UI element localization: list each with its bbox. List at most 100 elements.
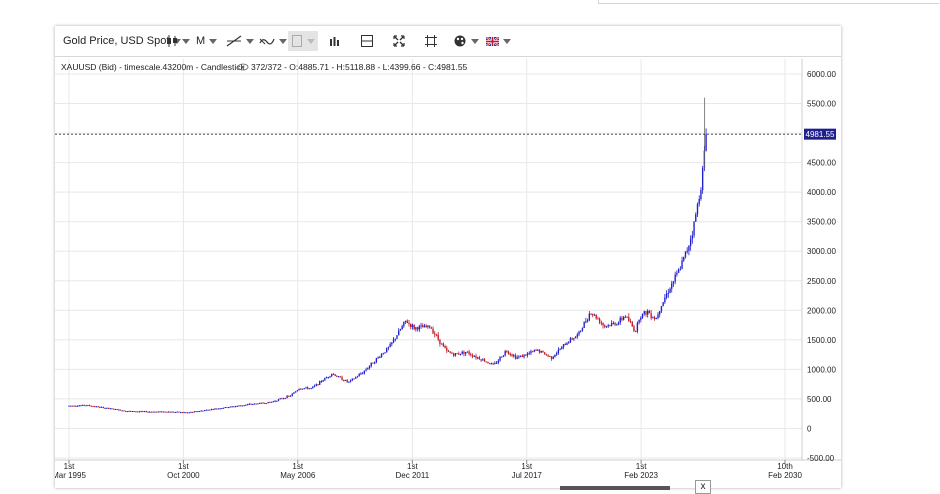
- candle-body: [207, 409, 209, 411]
- candle-body: [277, 399, 280, 401]
- candle-body: [145, 411, 147, 413]
- candle-body: [477, 357, 479, 359]
- candle-body: [70, 405, 72, 407]
- candle-body: [245, 404, 247, 406]
- candle-body: [336, 375, 338, 377]
- candle-body: [502, 355, 505, 357]
- candle-body: [545, 354, 548, 356]
- candle-body: [107, 407, 110, 409]
- candle-body: [549, 356, 551, 358]
- time-tick-label-date: Mar 1995: [55, 471, 86, 480]
- time-tick-label-date: Dec 2011: [396, 471, 430, 480]
- candle-body: [444, 346, 446, 349]
- candle-body: [506, 351, 508, 353]
- candle-body: [94, 406, 96, 408]
- time-tick-label-day: 1st: [64, 462, 75, 471]
- candle-body: [492, 363, 494, 365]
- candle-body: [660, 306, 663, 312]
- candle-body: [464, 352, 467, 354]
- candle-body: [365, 369, 367, 371]
- candle-body: [76, 405, 79, 407]
- candle-body: [131, 411, 134, 413]
- candle-body: [375, 358, 378, 363]
- candle-body: [580, 330, 582, 332]
- candle-body: [552, 357, 554, 359]
- close-icon[interactable]: x: [695, 480, 711, 494]
- chart-plot[interactable]: 6000.005500.005000.004500.004000.003500.…: [55, 26, 841, 488]
- candle-body: [205, 409, 208, 411]
- candle-body: [530, 351, 532, 354]
- candle-body: [557, 349, 560, 353]
- candle-body: [135, 411, 137, 413]
- candle-body: [293, 392, 295, 394]
- candle-body: [320, 381, 323, 383]
- price-tick-label: 0: [807, 424, 812, 433]
- candle-body: [406, 320, 408, 324]
- candle-body: [525, 354, 527, 356]
- candle-body: [303, 388, 305, 390]
- candle-body: [281, 398, 283, 400]
- candle-body: [531, 351, 534, 353]
- candle-body: [638, 319, 640, 323]
- candle-body: [288, 395, 290, 397]
- candle-body: [621, 317, 623, 320]
- candle-body: [178, 411, 180, 413]
- candle-body: [384, 352, 386, 354]
- candle-body: [468, 351, 470, 355]
- candle-body: [353, 378, 355, 380]
- candle-body: [324, 378, 326, 381]
- candle-body: [428, 325, 431, 328]
- candle-body: [592, 314, 594, 316]
- candle-body: [116, 409, 118, 411]
- candle-body: [367, 368, 369, 370]
- candle-body: [573, 338, 575, 340]
- candle-body: [284, 398, 287, 400]
- candle-body: [634, 331, 637, 333]
- candle-body: [351, 378, 354, 381]
- candle-body: [648, 310, 651, 314]
- candle-body: [628, 316, 630, 322]
- candle-body: [636, 322, 639, 332]
- candle-body: [688, 245, 690, 251]
- candle-body: [562, 344, 565, 347]
- candle-body: [224, 407, 226, 409]
- candle-body: [463, 351, 465, 354]
- price-tick-label: 2500.00: [807, 277, 836, 286]
- time-tick-label-date: Oct 2000: [167, 471, 200, 480]
- candle-body: [279, 398, 281, 400]
- candle-body: [622, 316, 625, 320]
- candle-body: [307, 387, 309, 389]
- price-tick-label: 3500.00: [807, 218, 836, 227]
- candle-body: [640, 317, 642, 320]
- candle-body: [671, 283, 673, 289]
- candle-body: [331, 374, 333, 377]
- candle-body: [471, 355, 474, 357]
- candle-body: [691, 235, 694, 240]
- candle-body: [312, 386, 314, 388]
- candle-body: [542, 351, 544, 353]
- candle-body: [629, 321, 632, 323]
- candle-body: [513, 355, 515, 357]
- candle-body: [315, 384, 317, 386]
- candle-body: [327, 377, 329, 379]
- candle-body: [262, 402, 264, 404]
- candle-body: [114, 409, 117, 411]
- candle-body: [456, 353, 458, 355]
- candle-body: [231, 406, 233, 408]
- candle-body: [482, 359, 484, 361]
- candle-body: [310, 387, 312, 389]
- candle-body: [138, 411, 141, 413]
- candle-body: [566, 343, 568, 346]
- candle-body: [112, 408, 115, 410]
- candle-body: [83, 404, 86, 406]
- candle-body: [387, 347, 390, 349]
- time-tick-label-day: 1st: [178, 462, 189, 471]
- candle-body: [341, 377, 343, 381]
- candle-body: [540, 351, 542, 353]
- candle-body: [161, 411, 163, 413]
- candle-body: [379, 357, 381, 359]
- chart-widget: Gold Price, USD Spot M 6000.00 5500.00 4…: [55, 26, 841, 488]
- candle-body: [435, 334, 438, 336]
- candle-body: [437, 334, 439, 340]
- candle-body: [363, 370, 366, 374]
